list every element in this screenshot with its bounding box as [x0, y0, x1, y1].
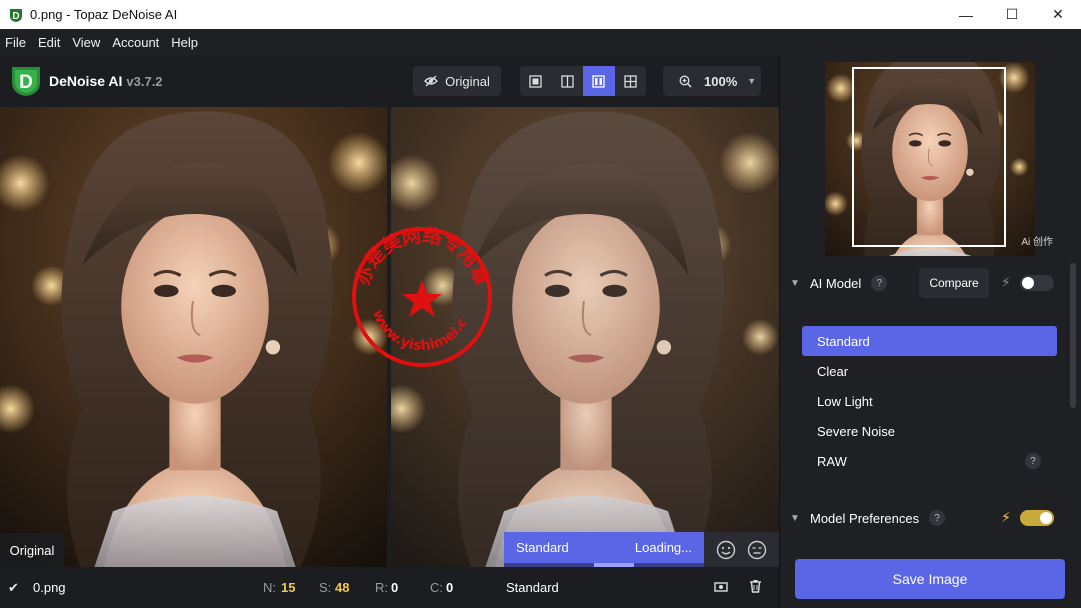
zoom-in-icon [679, 75, 692, 88]
menu-view[interactable]: View [72, 35, 100, 50]
show-original-label: Original [445, 73, 490, 89]
app-logo: D DeNoise AI v3.7.2 [9, 64, 163, 98]
color-label: C: [430, 580, 443, 595]
processing-model: Standard [516, 540, 569, 555]
model-option-clear[interactable]: Clear [802, 356, 1057, 386]
recover-value: 0 [391, 580, 399, 595]
title-bar: D 0.png - Topaz DeNoise AI — ☐ ✕ [0, 0, 1081, 29]
grid-view-icon [624, 74, 637, 88]
view-side-by-side-button[interactable] [583, 66, 615, 96]
color-value: 0 [446, 580, 454, 595]
show-original-button[interactable]: Original [413, 66, 501, 96]
model-option-standard[interactable]: Standard [802, 326, 1057, 356]
recover-label: R: [375, 580, 388, 595]
trash-icon[interactable] [749, 579, 762, 593]
window-title: 0.png - Topaz DeNoise AI [30, 7, 178, 22]
panel-scrollbar[interactable] [1070, 263, 1076, 408]
model-option-raw[interactable]: RAW? [802, 446, 1057, 476]
smile-face-icon[interactable] [716, 540, 736, 560]
model-preferences-section-header[interactable]: ▼ Model Preferences ? ⚡ [780, 503, 1070, 533]
lightning-icon: ⚡ [1001, 509, 1011, 525]
star-icon [402, 280, 442, 317]
toggle-knob [1040, 512, 1052, 524]
watermark-text: 亦是美网络专用章 [350, 223, 493, 288]
menu-file[interactable]: File [5, 35, 26, 50]
model-label: RAW [817, 453, 847, 469]
toggle-knob [1022, 277, 1034, 289]
menu-bar: File Edit View Account Help [0, 29, 1081, 56]
original-photo [0, 107, 387, 567]
side-by-side-icon [592, 74, 605, 88]
model-preferences-toggle[interactable] [1020, 510, 1054, 526]
single-view-icon [529, 74, 542, 88]
navigator-thumbnail[interactable]: Ai 创作 [795, 57, 1063, 256]
view-mode-group [520, 66, 646, 96]
maximize-button[interactable]: ☐ [989, 0, 1035, 29]
original-pane-label: Original [0, 533, 64, 567]
model-option-low-light[interactable]: Low Light [802, 386, 1057, 416]
eye-off-icon [424, 75, 439, 87]
model-label: Clear [817, 363, 849, 379]
original-image-pane[interactable] [0, 107, 387, 567]
app-icon: D [10, 8, 22, 22]
zoom-value: 100% [704, 73, 738, 89]
zoom-dropdown[interactable]: 100% ▼ [663, 66, 761, 96]
chevron-down-icon[interactable]: ▼ [790, 513, 802, 524]
save-image-button[interactable]: Save Image [795, 559, 1065, 599]
split-view-icon [561, 74, 574, 88]
svg-text:D: D [19, 72, 33, 93]
noise-value: 15 [281, 580, 296, 595]
ai-model-title: AI Model [810, 275, 862, 291]
menu-help[interactable]: Help [171, 35, 198, 50]
view-split-button[interactable] [552, 66, 584, 96]
help-icon[interactable]: ? [929, 510, 946, 526]
view-grid-button[interactable] [615, 66, 647, 96]
compare-button[interactable]: Compare [919, 268, 989, 298]
model-label: Standard [817, 333, 870, 349]
model-option-severe-noise[interactable]: Severe Noise [802, 416, 1057, 446]
model-label: Low Light [817, 393, 873, 409]
chevron-down-icon: ▼ [747, 76, 757, 86]
chevron-down-icon[interactable]: ▼ [790, 278, 802, 289]
menu-edit[interactable]: Edit [38, 35, 60, 50]
navigator-tag: Ai 创作 [1021, 237, 1053, 248]
compare-preview-icon[interactable] [714, 581, 728, 593]
sharpen-value: 48 [335, 580, 350, 595]
status-model: Standard [506, 580, 559, 595]
status-bar: ✔ 0.png N: 15 S: 48 R: 0 C: 0 Standard [0, 567, 779, 608]
toolbar: D DeNoise AI v3.7.2 Original 100% ▼ [0, 56, 779, 107]
help-icon[interactable]: ? [1025, 453, 1041, 469]
processing-status: Standard Loading... [504, 532, 704, 567]
app-version: v3.7.2 [126, 73, 163, 89]
svg-text:D: D [12, 11, 19, 22]
auto-detect-toggle[interactable] [1020, 275, 1054, 291]
minimize-button[interactable]: — [943, 0, 989, 29]
app-name: DeNoise AI [49, 73, 123, 89]
lightning-icon: ⚡ [1001, 274, 1011, 290]
processing-status-text: Loading... [634, 540, 692, 555]
view-single-button[interactable] [520, 66, 552, 96]
menu-account[interactable]: Account [112, 35, 159, 50]
navigator-viewport-frame[interactable] [852, 67, 1006, 247]
checkmark-icon: ✔ [8, 580, 19, 595]
side-panel: Ai 创作 ▼ AI Model ? Compare ⚡ Standard Cl… [779, 56, 1081, 608]
sharpen-label: S: [319, 580, 332, 595]
model-list: Standard Clear Low Light Severe Noise RA… [802, 326, 1057, 476]
ai-model-section-header[interactable]: ▼ AI Model ? Compare ⚡ [780, 268, 1070, 298]
feedback-group [704, 532, 779, 567]
watermark-stamp: 亦是美网络专用章 www.yishimei.cn [347, 222, 494, 367]
model-label: Severe Noise [817, 423, 896, 439]
denoise-logo-icon: D [12, 67, 40, 96]
model-preferences-title: Model Preferences [810, 510, 920, 526]
close-button[interactable]: ✕ [1035, 0, 1081, 29]
neutral-face-icon[interactable] [747, 540, 767, 560]
noise-label: N: [263, 580, 276, 595]
help-icon[interactable]: ? [871, 275, 888, 291]
status-filename: 0.png [33, 580, 66, 595]
